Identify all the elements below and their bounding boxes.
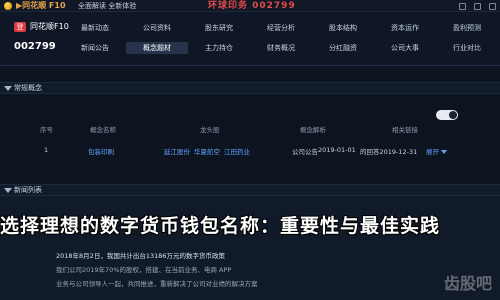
leader-link[interactable]: 华夏航空 [194, 146, 220, 156]
expand-label: 展开 [426, 148, 439, 156]
app-subtitle: 全面解读 全新体验 [78, 2, 137, 10]
news-list-header[interactable]: 新闻列表 [0, 184, 500, 196]
close-icon[interactable] [489, 2, 496, 10]
panel-title: 新闻列表 [14, 186, 42, 194]
leader-link[interactable]: 江田药业 [224, 146, 250, 156]
concept-link[interactable]: 包装印刷 [88, 146, 114, 156]
analysis-source: 公司公告 [292, 148, 318, 156]
column-index: 序号 [40, 126, 53, 134]
nav-item-equity[interactable]: 股本结构 [312, 22, 374, 34]
nav-item-concepts[interactable]: 概念题材 [126, 42, 188, 54]
nav-item-operations[interactable]: 经营分析 [250, 22, 312, 34]
main-navigation: 登 同花顺F10 002799 最新动态 公司资料 股东研究 经营分析 股本结构… [0, 12, 500, 66]
column-links: 相关链接 [392, 126, 418, 134]
account-nickname: 同花顺F10 [30, 22, 69, 31]
nav-item-finance[interactable]: 财务概况 [250, 42, 312, 54]
nav-item-holdings[interactable]: 主力持仓 [188, 42, 250, 54]
row-index: 1 [44, 146, 49, 154]
nav-item-news[interactable]: 新闻公告 [64, 42, 126, 54]
nav-item-shareholders[interactable]: 股东研究 [188, 22, 250, 34]
nav-item-latest[interactable]: 最新动态 [64, 22, 126, 34]
column-analysis: 概念解析 [300, 126, 326, 134]
constant-concepts-header[interactable]: 常规概念 [0, 82, 500, 94]
nav-item-forecast[interactable]: 盈利预测 [436, 22, 498, 34]
nav-item-dividends[interactable]: 分红融资 [312, 42, 374, 54]
panel-title: 常规概念 [14, 84, 42, 92]
analysis-date: 2019-01-01 [318, 146, 356, 154]
window-controls [459, 0, 496, 12]
stock-banner: 环球印务 002799 [208, 1, 296, 11]
login-button[interactable]: 登 [14, 22, 26, 32]
toggle-knob [449, 111, 457, 119]
title-bar: ▶同花顺 F10 全面解读 全新体验 环球印务 002799 [0, 0, 500, 12]
minimize-icon[interactable] [459, 2, 466, 10]
nav-item-company[interactable]: 公司资料 [126, 22, 188, 34]
nav-item-events[interactable]: 公司大事 [374, 42, 436, 54]
collapse-icon[interactable] [4, 188, 12, 193]
column-leaders: 龙头股 [200, 126, 220, 134]
stock-code: 002799 [14, 41, 56, 52]
chevron-down-icon [441, 150, 447, 154]
display-toggle[interactable] [436, 110, 458, 120]
nav-item-industry[interactable]: 行业对比 [436, 42, 498, 54]
watermark-logo: 齿股吧 [443, 274, 492, 293]
maximize-icon[interactable] [474, 2, 481, 10]
news-item[interactable]: 2018年8月2日，我国共计出台13186万元的数字货币政策 [56, 250, 225, 260]
news-item[interactable]: 我们公司2019年70%的股权，搭建、在当前业务、电商 APP [56, 264, 231, 274]
expand-button[interactable]: 展开 [426, 146, 447, 156]
news-headline[interactable]: 选择理想的数字货币钱包名称：重要性与最佳实践 [0, 214, 500, 238]
logo-icon [4, 2, 12, 10]
analysis-answer: 的回答2019-12-31 [360, 148, 418, 156]
column-concept: 概念名称 [90, 126, 116, 134]
app-title: ▶同花顺 F10 [16, 1, 66, 10]
leader-link[interactable]: 延江股份 [164, 146, 190, 156]
nav-item-capital[interactable]: 资本运作 [374, 22, 436, 34]
collapse-icon[interactable] [4, 86, 12, 91]
news-item[interactable]: 业务与公司领导人一起，共同推进，重新解决了公司对业绩的解决方案 [56, 278, 258, 288]
